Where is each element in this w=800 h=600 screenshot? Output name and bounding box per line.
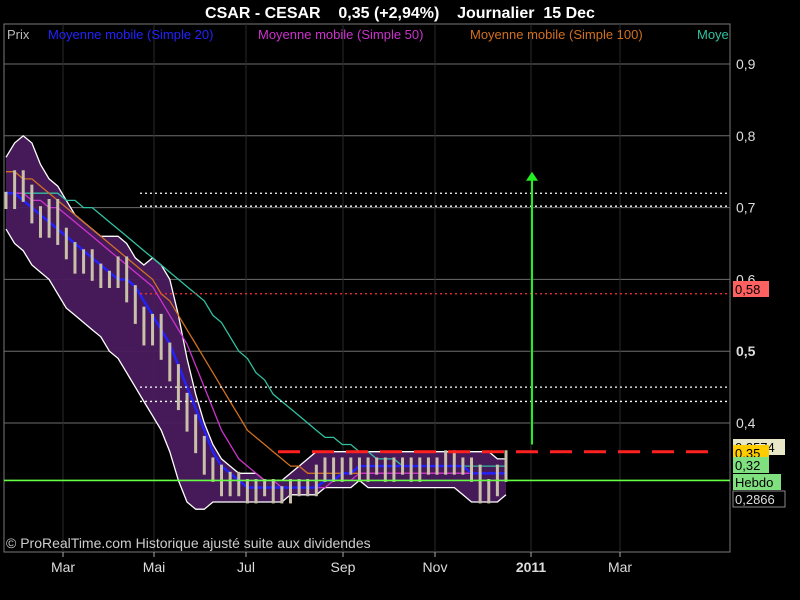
- price-tag-label: 0,2866: [735, 492, 775, 507]
- price-tag-label: Hebdo: [735, 475, 773, 490]
- legend-item: Moyenne mobile (Simple 100): [470, 27, 643, 42]
- x-tick-label: Mar: [608, 559, 632, 575]
- chart-footer: © ProRealTime.com Historique ajusté suit…: [6, 535, 371, 551]
- legend-item: Moyenne mobile (Simple 50): [258, 27, 423, 42]
- x-tick-label: Mar: [51, 559, 75, 575]
- y-tick-label: 0,4: [736, 415, 756, 431]
- x-tick-label: Sep: [331, 559, 356, 575]
- legend-item: Moyenne mobile (Simple 20): [48, 27, 213, 42]
- y-tick-label: 0,9: [736, 56, 756, 72]
- price-tag-label: 0,58: [735, 282, 760, 297]
- x-tick-label: Nov: [423, 559, 448, 575]
- x-tick-label: Jul: [237, 559, 255, 575]
- y-tick-label: 0,8: [736, 128, 756, 144]
- chart-title: CSAR - CESAR 0,35 (+2,94%) Journalier 15…: [205, 5, 595, 22]
- chart-canvas: CSAR - CESAR 0,35 (+2,94%) Journalier 15…: [3, 5, 786, 575]
- legend-item: Prix: [7, 27, 30, 42]
- y-tick-label: 0,5: [736, 343, 756, 359]
- x-tick-label: Mai: [143, 559, 166, 575]
- price-tag-label: 0,32: [735, 458, 760, 473]
- y-tick-label: 0,7: [736, 200, 756, 216]
- stock-chart: CSAR - CESAR 0,35 (+2,94%) Journalier 15…: [0, 0, 800, 600]
- legend-item: Moye: [697, 27, 729, 42]
- x-tick-label: 2011: [516, 559, 547, 575]
